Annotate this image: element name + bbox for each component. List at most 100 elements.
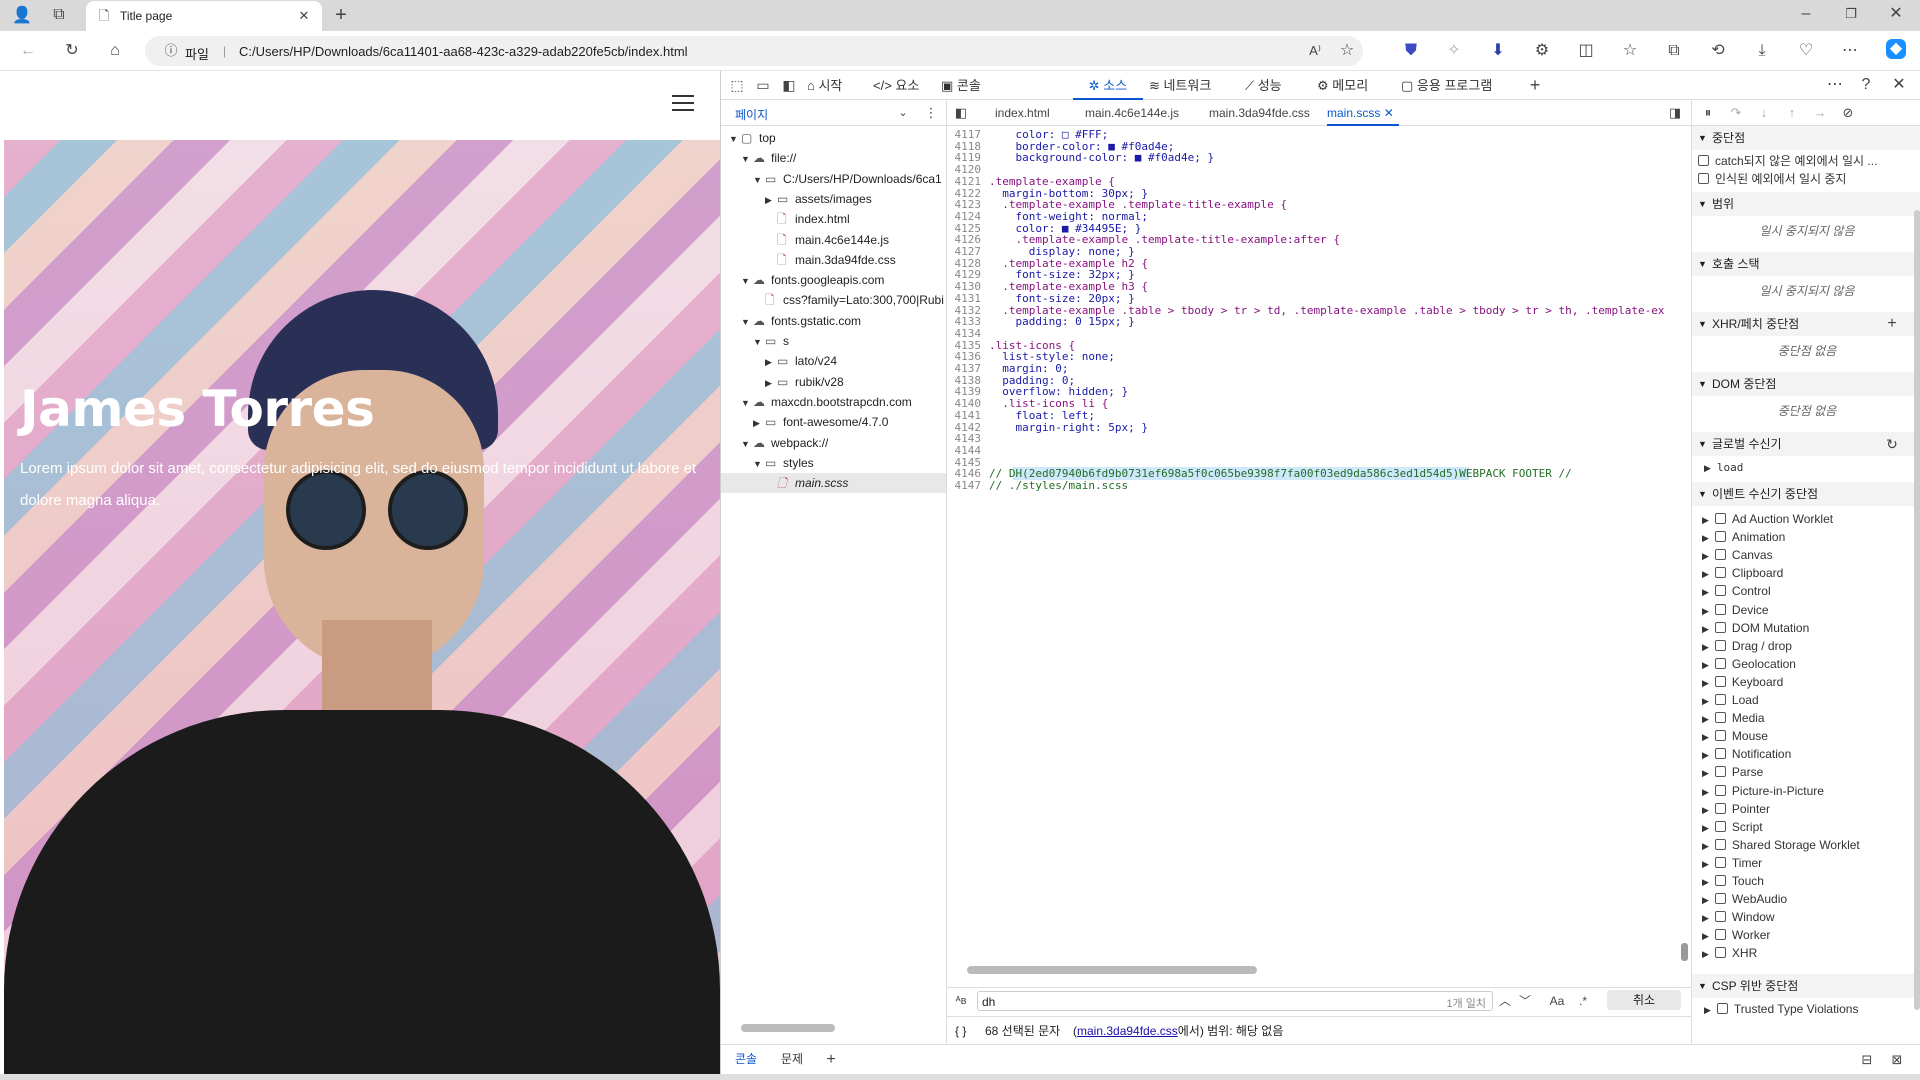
- collapsed-arrow-icon[interactable]: ▶: [765, 373, 777, 392]
- event-category-item[interactable]: ▶ Geolocation: [1702, 655, 1796, 673]
- tree-item[interactable]: 🗋 css?family=Lato:300,700|Rubi: [721, 290, 946, 310]
- search-prev-icon[interactable]: ︿: [1495, 991, 1515, 1011]
- expanded-arrow-icon[interactable]: ▼: [741, 271, 753, 290]
- tab-console[interactable]: ▣ 콘솔: [941, 71, 981, 100]
- event-checkbox[interactable]: [1714, 657, 1726, 669]
- chevron-down-icon[interactable]: ⌄: [893, 103, 913, 123]
- tab-application[interactable]: ▢ 응용 프로그램: [1401, 71, 1492, 100]
- file-tab-main-scss[interactable]: main.scss ✕: [1327, 100, 1399, 126]
- match-case-icon[interactable]: Aa: [1547, 991, 1567, 1011]
- event-checkbox[interactable]: [1714, 929, 1726, 941]
- tree-item[interactable]: ▶ ▭ rubik/v28: [721, 372, 946, 392]
- tree-item[interactable]: 🗋 main.4c6e144e.js: [721, 230, 946, 250]
- event-checkbox[interactable]: [1714, 911, 1726, 923]
- event-category-item[interactable]: ▶ Device: [1702, 601, 1769, 619]
- collapsed-arrow-icon[interactable]: ▶: [1702, 587, 1709, 597]
- tree-item[interactable]: ▼ ▢ top: [721, 128, 946, 148]
- event-category-item[interactable]: ▶ Worker: [1702, 926, 1770, 944]
- search-input[interactable]: dh 1개 일치: [977, 991, 1493, 1011]
- browser-tab[interactable]: 🗋 Title page ✕: [86, 1, 322, 31]
- status-source-link[interactable]: (main.3da94fde.css에서) 범위: 해당 없음: [1073, 1017, 1283, 1045]
- drawer-tab-console[interactable]: 콘솔: [735, 1045, 757, 1074]
- event-category-item[interactable]: ▶ DOM Mutation: [1702, 619, 1809, 637]
- collapsed-arrow-icon[interactable]: ▶: [1702, 895, 1709, 905]
- file-tab-main-css[interactable]: main.3da94fde.css: [1209, 100, 1310, 126]
- code-area[interactable]: 4117 color: □ #FFF; 4118 border-color: ■ …: [947, 128, 1691, 788]
- search-next-icon[interactable]: ﹀: [1515, 991, 1535, 1011]
- collapsed-arrow-icon[interactable]: ▶: [1702, 642, 1709, 652]
- close-window-icon[interactable]: ✕: [1886, 4, 1906, 24]
- read-aloud-icon[interactable]: A⁾: [1305, 41, 1325, 61]
- collapsed-arrow-icon[interactable]: ▶: [1702, 515, 1709, 525]
- tab-network[interactable]: ≋ 네트워크: [1149, 71, 1211, 100]
- event-category-item[interactable]: ▶ Keyboard: [1702, 673, 1783, 691]
- collapsed-arrow-icon[interactable]: ▶: [753, 413, 765, 432]
- expanded-arrow-icon[interactable]: ▼: [729, 129, 741, 148]
- refresh-icon[interactable]: ↻: [62, 41, 82, 61]
- refresh-listeners-icon[interactable]: ↻: [1882, 434, 1902, 454]
- section-csp[interactable]: CSP 위반 중단점: [1692, 974, 1920, 998]
- collapsed-arrow-icon[interactable]: ▶: [1702, 678, 1709, 688]
- tree-item[interactable]: ▼ ▭ styles: [721, 453, 946, 473]
- collapsed-arrow-icon[interactable]: ▶: [1702, 913, 1709, 923]
- tree-item[interactable]: ▼ ☁ webpack://: [721, 433, 946, 453]
- event-checkbox[interactable]: [1714, 712, 1726, 724]
- event-category-item[interactable]: ▶ Canvas: [1702, 546, 1773, 564]
- event-checkbox[interactable]: [1714, 585, 1726, 597]
- section-scope[interactable]: 범위: [1692, 192, 1920, 216]
- navigator-hscroll[interactable]: [741, 1024, 835, 1032]
- split-screen-icon[interactable]: ◫: [1576, 41, 1596, 61]
- help-icon[interactable]: ?: [1856, 75, 1876, 95]
- favorite-icon[interactable]: ☆: [1337, 41, 1357, 61]
- tree-item[interactable]: 🗋 index.html: [721, 209, 946, 229]
- extensions-icon[interactable]: ⚙: [1532, 41, 1552, 61]
- favorites-icon[interactable]: ☆: [1620, 41, 1640, 61]
- regex-icon[interactable]: .*: [1573, 991, 1593, 1011]
- expanded-arrow-icon[interactable]: ▼: [741, 149, 753, 168]
- collapsed-arrow-icon[interactable]: ▶: [1702, 787, 1709, 797]
- collapsed-arrow-icon[interactable]: ▶: [1702, 606, 1709, 616]
- collapsed-arrow-icon[interactable]: ▶: [1702, 805, 1709, 815]
- collapsed-arrow-icon[interactable]: ▶: [1702, 877, 1709, 887]
- event-checkbox[interactable]: [1714, 675, 1726, 687]
- collapsed-arrow-icon[interactable]: ▶: [1702, 768, 1709, 778]
- pause-caught-checkbox[interactable]: catch되지 않은 예외에서 일시 ...: [1698, 152, 1877, 170]
- event-checkbox[interactable]: [1714, 947, 1726, 959]
- replace-toggle-icon[interactable]: ᴬʙ: [951, 991, 971, 1011]
- collapsed-arrow-icon[interactable]: ▶: [1702, 949, 1709, 959]
- event-category-item[interactable]: ▶ Control: [1702, 582, 1771, 600]
- collapsed-arrow-icon[interactable]: ▶: [1702, 714, 1709, 724]
- inspect-icon[interactable]: ⬚: [727, 75, 747, 95]
- step-out-icon[interactable]: ↑: [1782, 103, 1802, 123]
- profile-icon[interactable]: 👤: [12, 6, 32, 26]
- deactivate-breakpoints-icon[interactable]: ⊘: [1838, 103, 1858, 123]
- downloads-icon[interactable]: ⤓: [1752, 41, 1772, 61]
- event-category-item[interactable]: ▶ XHR: [1702, 944, 1757, 962]
- event-checkbox[interactable]: [1714, 766, 1726, 778]
- drawer-tab-issues[interactable]: 문제: [781, 1045, 803, 1074]
- close-file-icon[interactable]: ✕: [1384, 106, 1394, 120]
- csp-trusted-types[interactable]: ▶ Trusted Type Violations: [1704, 1000, 1858, 1018]
- dock-icon[interactable]: ◧: [779, 75, 799, 95]
- tree-item[interactable]: ▼ ▭ C:/Users/HP/Downloads/6ca1: [721, 169, 946, 189]
- back-icon[interactable]: ←: [18, 41, 38, 61]
- event-category-item[interactable]: ▶ Mouse: [1702, 727, 1768, 745]
- toggle-navigator-icon[interactable]: ◧: [951, 103, 971, 123]
- tree-item[interactable]: ▼ ▭ s: [721, 331, 946, 351]
- collapsed-arrow-icon[interactable]: ▶: [765, 190, 777, 209]
- navigator-page-tab[interactable]: 페이지: [735, 106, 768, 123]
- editor-hscroll[interactable]: [967, 966, 1257, 974]
- search-cancel-button[interactable]: 취소: [1607, 990, 1681, 1010]
- drawer-close-icon[interactable]: ⊠: [1887, 1050, 1907, 1070]
- collapsed-arrow-icon[interactable]: ▶: [1702, 732, 1709, 742]
- collapsed-arrow-icon[interactable]: ▶: [1702, 696, 1709, 706]
- tree-item[interactable]: 🗋 main.scss: [721, 473, 946, 494]
- tree-item[interactable]: ▶ ▭ assets/images: [721, 189, 946, 209]
- url-text[interactable]: C:/Users/HP/Downloads/6ca11401-aa68-423c…: [239, 44, 688, 59]
- event-checkbox[interactable]: [1714, 694, 1726, 705]
- collections-icon[interactable]: ⧉: [1664, 41, 1684, 61]
- pause-uncaught-checkbox[interactable]: 인식된 예외에서 일시 중지: [1698, 170, 1846, 188]
- home-icon[interactable]: ⌂: [105, 41, 125, 61]
- step-into-icon[interactable]: ↓: [1754, 103, 1774, 123]
- collapsed-arrow-icon[interactable]: ▶: [1702, 841, 1709, 851]
